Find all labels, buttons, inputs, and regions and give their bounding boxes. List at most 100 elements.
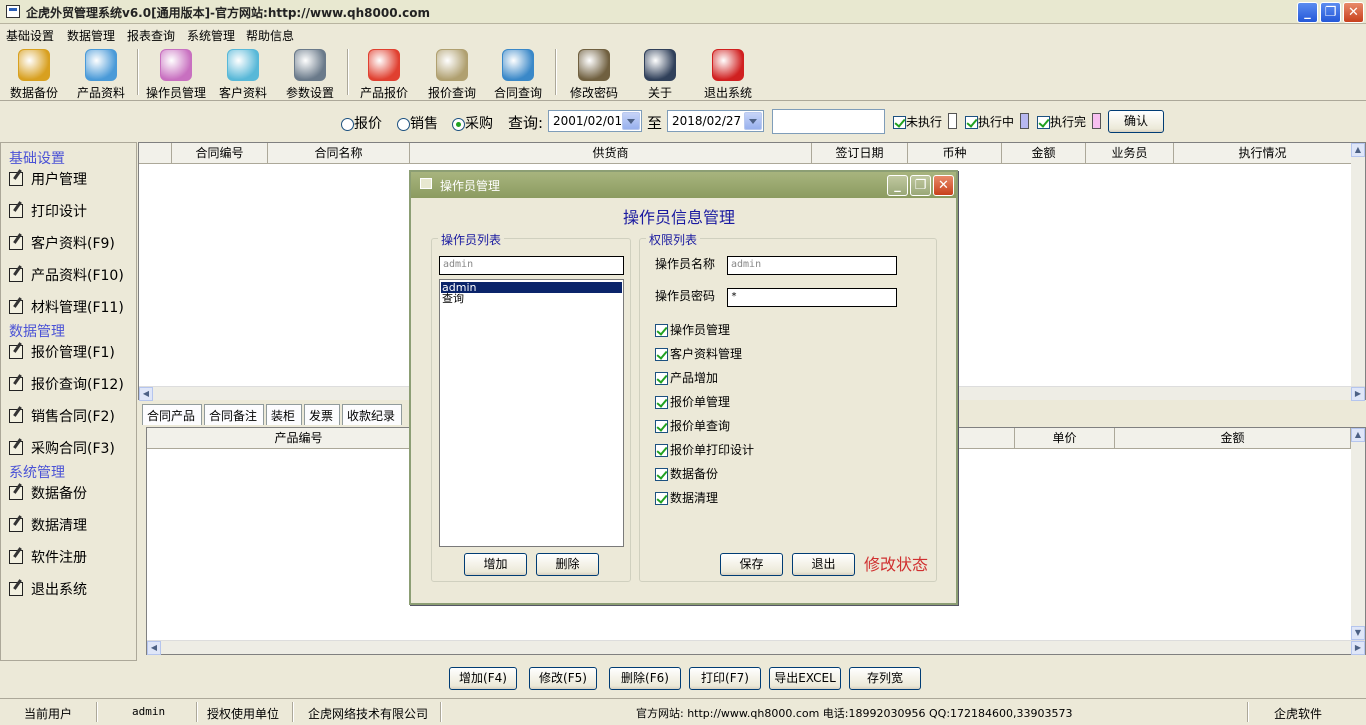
sidebar-item[interactable]: 报价管理(F1) bbox=[9, 342, 115, 362]
column-header[interactable]: 合同编号 bbox=[172, 143, 268, 164]
column-header[interactable]: 单价 bbox=[1015, 428, 1115, 449]
operator-list-item[interactable]: admin bbox=[440, 281, 623, 294]
toolbar-exit-button[interactable]: 退出系统 bbox=[698, 45, 758, 100]
operator-list[interactable]: admin 查询 bbox=[439, 279, 624, 547]
sidebar-item[interactable]: 打印设计 bbox=[9, 201, 87, 221]
sidebar-item[interactable]: 数据备份 bbox=[9, 483, 87, 503]
scroll-down-icon[interactable]: ▼ bbox=[1351, 626, 1365, 640]
chevron-down-icon[interactable] bbox=[622, 112, 640, 130]
scroll-right-icon[interactable]: ▶ bbox=[1351, 387, 1365, 401]
minimize-button[interactable]: _ bbox=[1297, 2, 1318, 23]
toolbar-about-button[interactable]: 关于 bbox=[636, 45, 684, 100]
exit-dialog-button[interactable]: 退出 bbox=[792, 553, 855, 576]
column-header[interactable]: 币种 bbox=[908, 143, 1002, 164]
toolbar-operator-button[interactable]: 操作员管理 bbox=[143, 45, 209, 100]
dialog-title-bar[interactable]: 操作员管理 _ ❐ ✕ bbox=[411, 172, 956, 198]
permission-checkbox[interactable]: 客户资料管理 bbox=[655, 345, 742, 362]
sidebar-item[interactable]: 销售合同(F2) bbox=[9, 406, 115, 426]
scroll-left-icon[interactable]: ◀ bbox=[147, 641, 161, 655]
sidebar-item[interactable]: 客户资料(F9) bbox=[9, 233, 115, 253]
filter-executing[interactable]: 执行中 bbox=[965, 113, 1014, 130]
operator-password-field[interactable]: * bbox=[727, 288, 897, 307]
menu-help[interactable]: 帮助信息 bbox=[246, 27, 294, 44]
date-to-combo[interactable]: 2018/02/27 bbox=[667, 110, 764, 132]
print-button[interactable]: 打印(F7) bbox=[689, 667, 761, 690]
column-header[interactable]: 业务员 bbox=[1086, 143, 1174, 164]
confirm-button[interactable]: 确认 bbox=[1108, 110, 1164, 133]
tab-container[interactable]: 装柜 bbox=[266, 404, 302, 425]
column-header[interactable]: 合同名称 bbox=[268, 143, 410, 164]
export-excel-button[interactable]: 导出EXCEL bbox=[769, 667, 841, 690]
radio-sales[interactable]: 销售 bbox=[397, 113, 438, 133]
checkbox bbox=[655, 468, 668, 481]
tab-contract-notes[interactable]: 合同备注 bbox=[204, 404, 264, 425]
vertical-scrollbar[interactable]: ▲ bbox=[1351, 143, 1365, 386]
scroll-up-icon[interactable]: ▲ bbox=[1351, 428, 1365, 442]
operator-list-item[interactable]: 查询 bbox=[441, 293, 622, 304]
checkbox bbox=[655, 420, 668, 433]
sidebar-item[interactable]: 数据清理 bbox=[9, 515, 87, 535]
add-operator-button[interactable]: 增加 bbox=[464, 553, 527, 576]
tab-payment-records[interactable]: 收款纪录 bbox=[342, 404, 402, 425]
delete-button[interactable]: 删除(F6) bbox=[609, 667, 681, 690]
permission-checkbox[interactable]: 报价单查询 bbox=[655, 417, 730, 434]
operator-search-input[interactable]: admin bbox=[439, 256, 624, 275]
toolbar-customer-button[interactable]: 客户资料 bbox=[214, 45, 272, 100]
add-button[interactable]: 增加(F4) bbox=[449, 667, 517, 690]
close-button[interactable]: ✕ bbox=[1343, 2, 1364, 23]
save-column-width-button[interactable]: 存列宽 bbox=[849, 667, 921, 690]
permission-checkbox[interactable]: 报价单打印设计 bbox=[655, 441, 754, 458]
sidebar-item[interactable]: 材料管理(F11) bbox=[9, 297, 124, 317]
chevron-down-icon[interactable] bbox=[744, 112, 762, 130]
sidebar-item[interactable]: 用户管理 bbox=[9, 169, 87, 189]
column-header[interactable]: 供货商 bbox=[410, 143, 812, 164]
toolbar-product-quote-button[interactable]: 产品报价 bbox=[354, 45, 414, 100]
vertical-scrollbar[interactable]: ▲ ▼ bbox=[1351, 428, 1365, 640]
sidebar-item[interactable]: 采购合同(F3) bbox=[9, 438, 115, 458]
sidebar-item[interactable]: 软件注册 bbox=[9, 547, 87, 567]
filter-completed[interactable]: 执行完 bbox=[1037, 113, 1086, 130]
edit-button[interactable]: 修改(F5) bbox=[529, 667, 597, 690]
scroll-up-icon[interactable]: ▲ bbox=[1351, 143, 1365, 157]
column-header[interactable]: 产品编号 bbox=[147, 428, 451, 449]
restore-button[interactable]: ❐ bbox=[1320, 2, 1341, 23]
sidebar-item[interactable]: 报价查询(F12) bbox=[9, 374, 124, 394]
menu-data-management[interactable]: 数据管理 bbox=[67, 27, 115, 44]
radio-quote[interactable]: 报价 bbox=[341, 113, 382, 133]
permission-checkbox[interactable]: 报价单管理 bbox=[655, 393, 730, 410]
toolbar-product-info-button[interactable]: 产品资料 bbox=[70, 45, 132, 100]
horizontal-scrollbar[interactable]: ◀ ▶ bbox=[147, 640, 1365, 655]
toolbar-contract-query-button[interactable]: 合同查询 bbox=[488, 45, 548, 100]
scroll-right-icon[interactable]: ▶ bbox=[1351, 641, 1365, 655]
column-header[interactable]: 金额 bbox=[1115, 428, 1351, 449]
column-header[interactable]: 金额 bbox=[1002, 143, 1086, 164]
dialog-maximize-button[interactable]: ❐ bbox=[910, 175, 931, 196]
delete-operator-button[interactable]: 删除 bbox=[536, 553, 599, 576]
tab-invoice[interactable]: 发票 bbox=[304, 404, 340, 425]
operator-name-field[interactable]: admin bbox=[727, 256, 897, 275]
toolbar-settings-button[interactable]: 参数设置 bbox=[280, 45, 340, 100]
dialog-close-button[interactable]: ✕ bbox=[933, 175, 954, 196]
save-button[interactable]: 保存 bbox=[720, 553, 783, 576]
column-header[interactable]: 签订日期 bbox=[812, 143, 908, 164]
dialog-minimize-button[interactable]: _ bbox=[887, 175, 908, 196]
scroll-left-icon[interactable]: ◀ bbox=[139, 387, 153, 401]
toolbar-data-backup-button[interactable]: 数据备份 bbox=[4, 45, 64, 100]
permission-checkbox[interactable]: 操作员管理 bbox=[655, 321, 730, 338]
menu-report-query[interactable]: 报表查询 bbox=[127, 27, 175, 44]
date-from-combo[interactable]: 2001/02/01 bbox=[548, 110, 642, 132]
permission-checkbox[interactable]: 产品增加 bbox=[655, 369, 718, 386]
keyword-input[interactable] bbox=[772, 109, 885, 134]
column-header[interactable]: 执行情况 bbox=[1174, 143, 1352, 164]
menu-basic-settings[interactable]: 基础设置 bbox=[6, 27, 54, 44]
toolbar-change-password-button[interactable]: 修改密码 bbox=[564, 45, 624, 100]
permission-checkbox[interactable]: 数据清理 bbox=[655, 489, 718, 506]
menu-system-management[interactable]: 系统管理 bbox=[187, 27, 235, 44]
sidebar-item[interactable]: 产品资料(F10) bbox=[9, 265, 124, 285]
permission-checkbox[interactable]: 数据备份 bbox=[655, 465, 718, 482]
tab-contract-products[interactable]: 合同产品 bbox=[142, 404, 202, 425]
radio-purchase[interactable]: 采购 bbox=[452, 113, 493, 133]
sidebar-item[interactable]: 退出系统 bbox=[9, 579, 87, 599]
filter-not-executed[interactable]: 未执行 bbox=[893, 113, 942, 130]
toolbar-quote-query-button[interactable]: 报价查询 bbox=[422, 45, 482, 100]
